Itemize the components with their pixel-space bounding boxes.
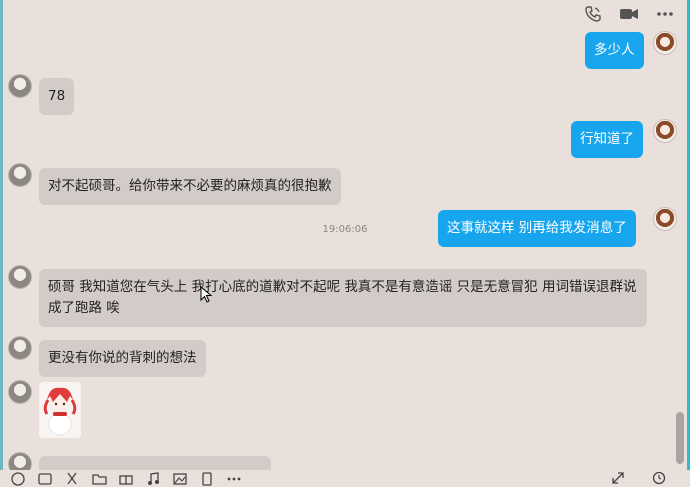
contact-avatar[interactable] (8, 380, 32, 404)
toolbar-right-actions (610, 471, 678, 485)
input-toolbar (0, 470, 690, 487)
expand-icon[interactable] (610, 471, 626, 485)
message-bubble-incoming[interactable]: 更没有你说的背刺的想法 (39, 340, 206, 377)
folder-icon[interactable] (91, 472, 107, 486)
message-timestamp: 19:06:06 (322, 224, 368, 235)
video-icon[interactable] (618, 3, 640, 25)
message-bubble-partial (39, 456, 271, 470)
message-bubble-incoming[interactable]: 硕哥 我知道您在气头上 我打心底的道歉对不起呢 我真不是有意造谣 只是无意冒犯 … (39, 269, 647, 327)
contact-avatar[interactable] (8, 163, 32, 187)
contact-avatar[interactable] (8, 74, 32, 98)
mouse-cursor-icon (200, 285, 214, 304)
more-icon[interactable] (654, 3, 676, 25)
chat-header-actions (582, 2, 676, 26)
gift-icon[interactable] (118, 472, 134, 486)
self-avatar[interactable] (653, 119, 677, 143)
more-horizontal-icon[interactable] (226, 472, 242, 486)
history-icon[interactable] (651, 471, 667, 485)
contact-avatar[interactable] (8, 336, 32, 360)
contact-avatar[interactable] (8, 265, 32, 289)
message-bubble-outgoing[interactable]: 行知道了 (571, 121, 643, 158)
sticker-image[interactable] (39, 382, 81, 438)
music-icon[interactable] (145, 471, 161, 486)
message-bubble-incoming[interactable]: 对不起硕哥。给你带来不必要的麻烦真的很抱歉 (39, 168, 341, 205)
emoji-icon[interactable] (10, 471, 26, 486)
chat-scrollbar[interactable] (676, 412, 684, 464)
message-bubble-incoming[interactable]: 78 (39, 78, 75, 115)
self-avatar[interactable] (653, 31, 677, 55)
message-bubble-outgoing[interactable]: 多少人 (585, 32, 644, 69)
screen-icon[interactable] (199, 471, 215, 486)
image-icon[interactable] (172, 472, 188, 486)
scissors-icon[interactable] (64, 472, 80, 486)
window-left-edge (0, 0, 3, 487)
phone-icon[interactable] (582, 3, 604, 25)
gif-icon[interactable] (37, 472, 53, 486)
